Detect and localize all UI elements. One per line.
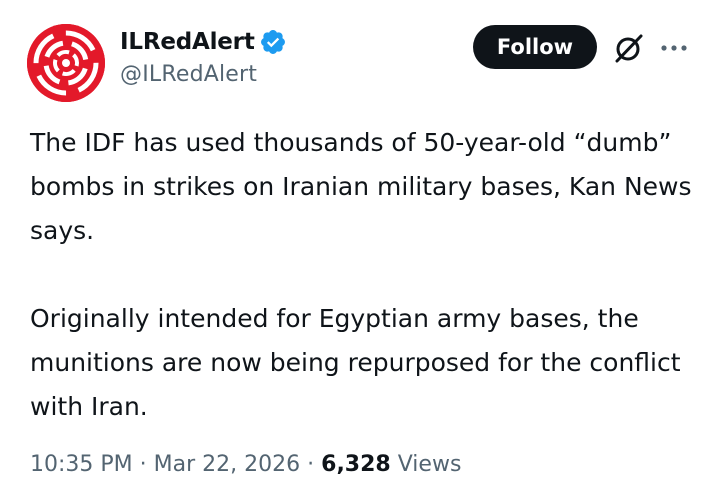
tweet-meta: 10:35 PM · Mar 22, 2026 · 6,328 Views bbox=[30, 452, 461, 477]
more-icon[interactable] bbox=[657, 34, 691, 62]
tweet-header: ILRedAlert @ILRedAlert Follow bbox=[25, 20, 695, 102]
tweet-date[interactable]: Mar 22, 2026 bbox=[154, 452, 300, 477]
tweet-text: The IDF has used thousands of 50-year-ol… bbox=[30, 121, 700, 429]
meta-separator: · bbox=[139, 452, 147, 477]
author-handle[interactable]: @ILRedAlert bbox=[120, 62, 287, 87]
views-label[interactable]: Views bbox=[398, 452, 462, 477]
follow-button[interactable]: Follow bbox=[473, 25, 597, 69]
avatar[interactable] bbox=[27, 24, 105, 102]
author-info: ILRedAlert @ILRedAlert bbox=[120, 24, 287, 87]
verified-badge-icon[interactable] bbox=[259, 28, 287, 56]
siren-logo-icon bbox=[27, 24, 105, 102]
grok-icon[interactable] bbox=[612, 31, 646, 65]
tweet-time[interactable]: 10:35 PM bbox=[30, 452, 133, 477]
tweet-paragraph: The IDF has used thousands of 50-year-ol… bbox=[30, 128, 692, 245]
views-count[interactable]: 6,328 bbox=[321, 452, 391, 477]
display-name-row: ILRedAlert bbox=[120, 24, 287, 60]
tweet-paragraph: Originally intended for Egyptian army ba… bbox=[30, 304, 681, 421]
display-name[interactable]: ILRedAlert bbox=[120, 29, 255, 55]
meta-separator: · bbox=[307, 452, 315, 477]
